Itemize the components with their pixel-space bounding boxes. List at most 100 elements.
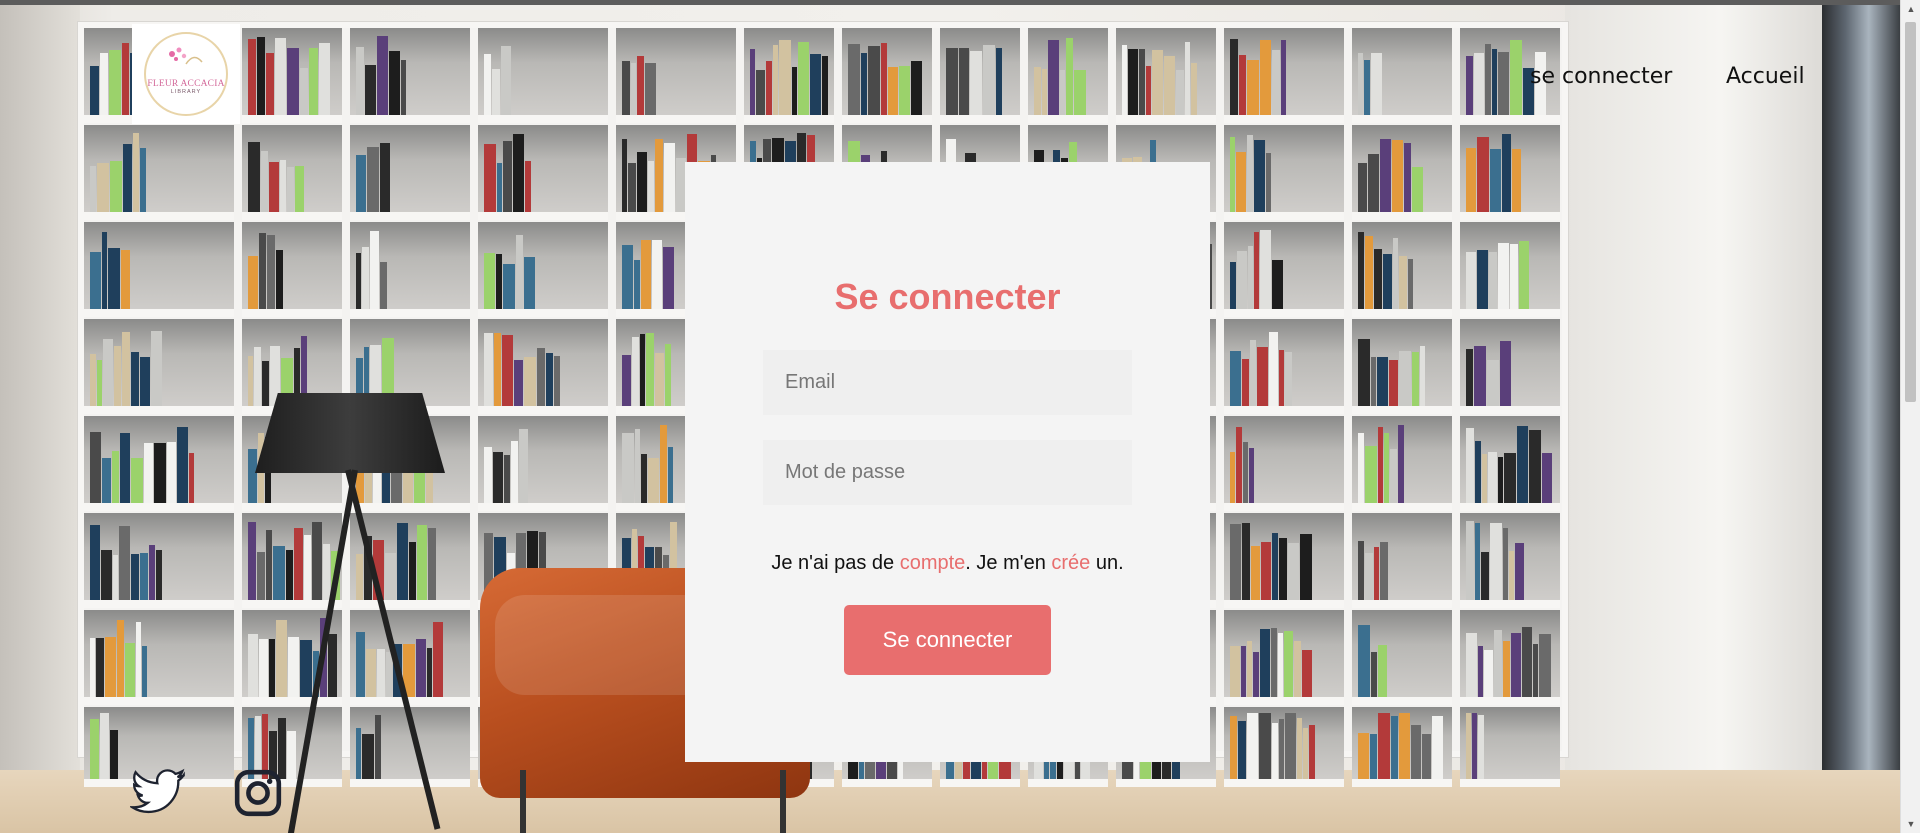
book [622, 433, 634, 503]
book [427, 648, 432, 697]
book [380, 143, 390, 212]
book [1371, 53, 1382, 115]
book [1247, 60, 1259, 115]
book [1411, 725, 1421, 779]
book [1383, 254, 1392, 309]
armchair-leg [520, 770, 526, 833]
book [622, 245, 633, 309]
book [266, 530, 272, 600]
book [1378, 713, 1390, 779]
book [1378, 427, 1383, 503]
book [822, 56, 828, 115]
book [97, 360, 102, 406]
book [1404, 143, 1411, 212]
book [1358, 339, 1370, 406]
book [1533, 644, 1538, 697]
book [123, 144, 132, 212]
book [385, 553, 396, 600]
book [484, 144, 496, 212]
book [655, 353, 664, 406]
book [660, 425, 667, 503]
book [1422, 734, 1431, 779]
scroll-down-arrow-icon[interactable]: ▼ [1901, 815, 1920, 833]
book [1475, 441, 1481, 503]
shelf-cell [1460, 610, 1560, 705]
book [1266, 153, 1271, 212]
book [1482, 454, 1487, 503]
nav-link-home[interactable]: Accueil [1726, 64, 1805, 89]
book [312, 522, 322, 600]
book [513, 134, 524, 212]
password-field[interactable] [763, 440, 1132, 505]
account-link[interactable]: compte [900, 552, 966, 574]
shelf-cell [1352, 513, 1452, 608]
book [248, 634, 258, 697]
book [1251, 546, 1260, 600]
book [1066, 38, 1073, 115]
book [273, 546, 285, 600]
book [108, 248, 120, 309]
book [300, 640, 312, 697]
book [90, 166, 96, 212]
instagram-icon[interactable] [233, 768, 283, 823]
scroll-up-arrow-icon[interactable]: ▲ [1901, 0, 1920, 18]
book [514, 360, 523, 406]
shelf-cell [242, 28, 342, 123]
book [1358, 232, 1364, 309]
book [635, 429, 640, 503]
scrollbar-thumb[interactable] [1905, 22, 1916, 402]
login-submit-button[interactable]: Se connecter [844, 605, 1051, 675]
shelf-cell [242, 125, 342, 220]
page-scrollbar[interactable]: ▲ ▼ [1900, 0, 1920, 833]
book [1380, 542, 1388, 600]
book [131, 352, 139, 406]
book [1230, 452, 1235, 503]
shelf-cell [1460, 513, 1560, 608]
book [286, 550, 293, 600]
book [648, 458, 659, 503]
book [1515, 543, 1524, 600]
book [401, 60, 406, 115]
book [1358, 733, 1369, 779]
top-strip [0, 0, 1920, 5]
logo[interactable]: FLEUR ACCACIA LIBRARY [132, 24, 240, 124]
book [1485, 44, 1491, 115]
book [1370, 734, 1377, 779]
email-field[interactable] [763, 350, 1132, 415]
book [1176, 70, 1184, 115]
bookcase-column [1224, 28, 1344, 787]
flower-icon [169, 47, 203, 65]
book [309, 48, 318, 115]
book [1466, 521, 1474, 600]
twitter-icon[interactable] [128, 768, 186, 823]
book [120, 433, 130, 503]
book [1380, 139, 1391, 212]
shelf-cell [84, 610, 234, 705]
book [637, 56, 644, 115]
book [983, 45, 995, 115]
shelf-cell [1224, 125, 1344, 220]
book [356, 632, 365, 697]
nav-link-login[interactable]: se connecter [1530, 64, 1672, 89]
book [1384, 433, 1389, 503]
book [1511, 633, 1521, 697]
book [1243, 442, 1248, 503]
book [356, 47, 364, 115]
book [1481, 552, 1489, 600]
book [1239, 55, 1246, 115]
create-account-link[interactable]: crée [1051, 552, 1090, 574]
book [1260, 230, 1271, 309]
book [1122, 45, 1127, 115]
book [248, 39, 256, 115]
book [1074, 70, 1086, 115]
book [117, 620, 124, 697]
book [496, 254, 502, 309]
book [1529, 430, 1541, 503]
book [151, 331, 162, 406]
book [287, 167, 294, 212]
shelf-cell [478, 125, 608, 220]
shelf-cell [350, 222, 470, 317]
book [1377, 357, 1388, 406]
book [122, 332, 130, 406]
shelf-cell [478, 222, 608, 317]
